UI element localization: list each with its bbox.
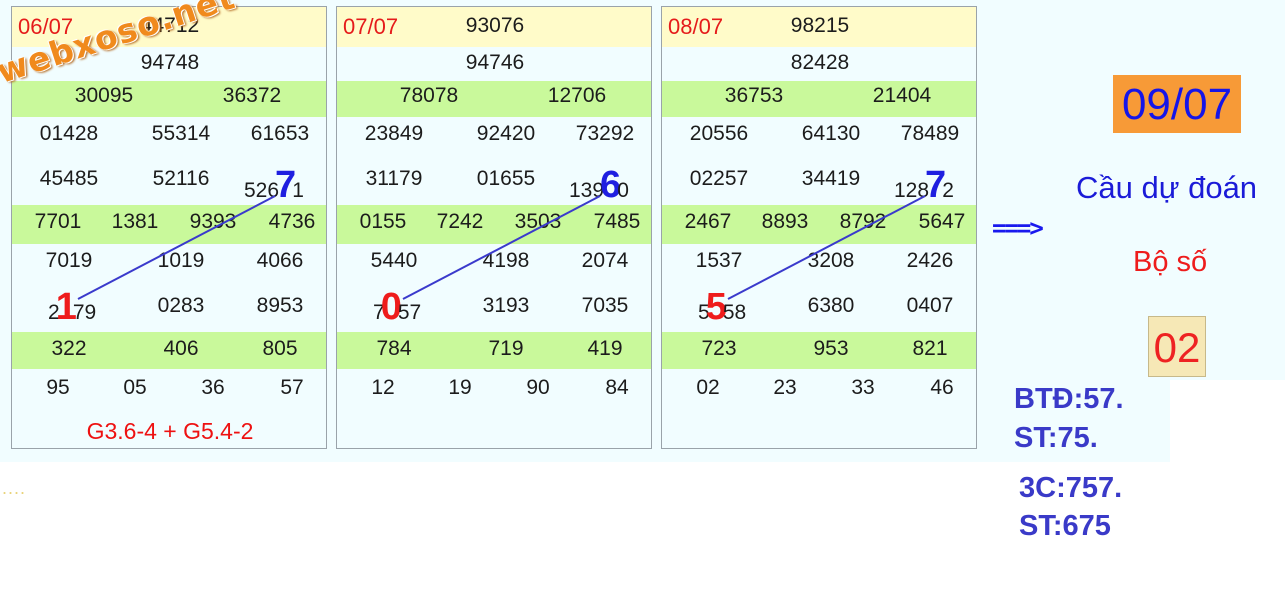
bridge-line: [727, 195, 926, 300]
bridge-line-segment: [727, 195, 926, 300]
arrow-indicator: ===>: [992, 214, 1044, 242]
prediction-date: 09/07: [1113, 75, 1241, 133]
bridge-line-segment: [77, 195, 276, 300]
btd-stat: BTĐ:57.: [1014, 383, 1124, 415]
result-card: 93076 94746 78078 12706 23849 92420 73292 31179…: [336, 6, 652, 449]
prediction-title: Cầu dự đoán: [1076, 170, 1258, 205]
dots-decoration: ....: [2, 478, 27, 498]
prediction-subtitle: Bộ số: [1133, 246, 1208, 278]
st-stat-1: ST:75.: [1014, 422, 1098, 454]
result-card: 98215 82428 36753 21404 20556 64130 78489 02257…: [661, 6, 977, 449]
st-stat-2: ST:675: [1019, 510, 1111, 542]
bridge-line: [77, 195, 276, 300]
3c-stat: 3C:757.: [1019, 472, 1123, 504]
bridge-line: [402, 195, 601, 300]
bridge-line-segment: [402, 195, 601, 300]
prediction-number: 02: [1148, 316, 1206, 377]
panel-cutout: [1170, 380, 1285, 462]
